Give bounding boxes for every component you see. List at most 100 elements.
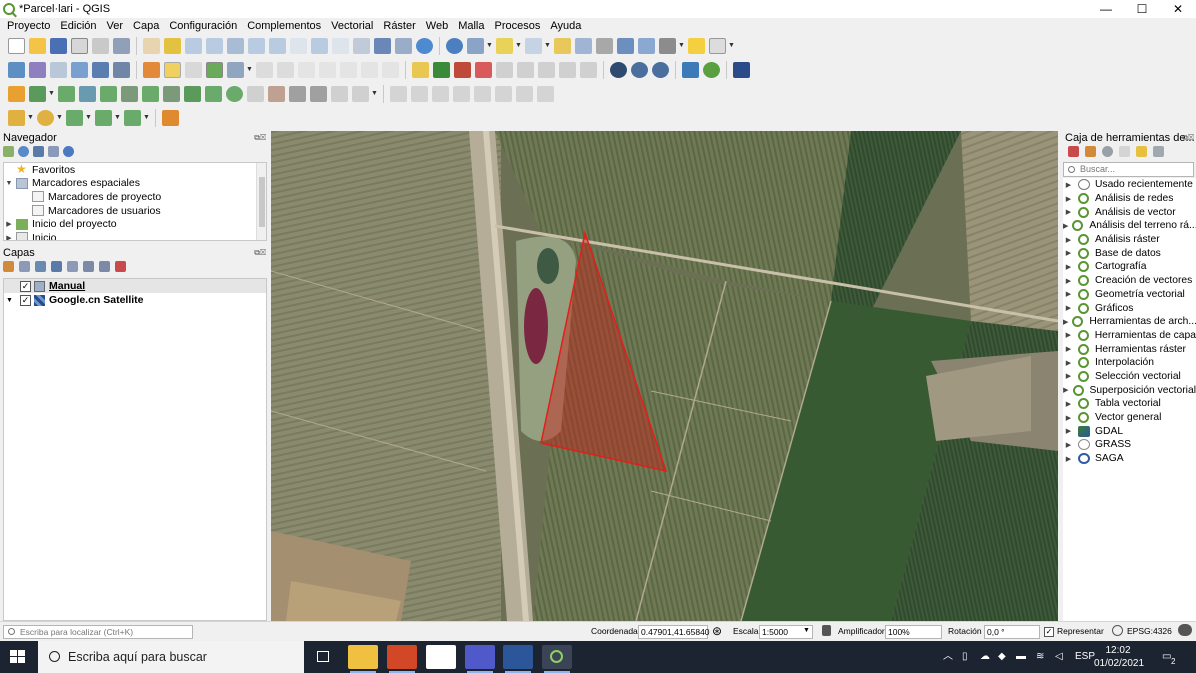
fill-ring-icon[interactable]	[79, 86, 96, 102]
task-view-icon[interactable]	[309, 645, 337, 669]
zoom-next-icon[interactable]	[332, 38, 349, 54]
rotate-symbols-icon[interactable]	[268, 86, 285, 102]
style-manager-icon[interactable]	[113, 38, 130, 54]
show-bookmarks-icon[interactable]	[395, 38, 412, 54]
word-icon[interactable]	[503, 645, 533, 673]
map-canvas[interactable]	[271, 131, 1058, 621]
plugin-reloader-icon[interactable]	[703, 62, 720, 78]
toolbox-item[interactable]: ▶ GRASS	[1063, 438, 1196, 452]
copy-features-icon[interactable]	[319, 62, 336, 78]
save-project-icon[interactable]	[50, 38, 67, 54]
toolbox-item[interactable]: ▶ Herramientas de capa	[1063, 329, 1196, 343]
toolbox-item[interactable]: ▶ Creación de vectores	[1063, 274, 1196, 288]
toggle-extents-icon[interactable]: ⊛	[712, 624, 722, 638]
scripts-icon[interactable]	[1085, 146, 1096, 157]
pan-icon[interactable]	[143, 38, 160, 54]
collapse-all-icon[interactable]	[48, 146, 59, 157]
menu-ver[interactable]: Ver	[102, 20, 129, 32]
layers-dock-buttons[interactable]: ⧉☒	[254, 246, 266, 260]
filter-icon[interactable]	[33, 146, 44, 157]
add-circle-icon[interactable]	[37, 110, 54, 126]
lock-scale-icon[interactable]	[822, 625, 831, 636]
collapse-all-icon[interactable]	[99, 261, 110, 272]
web-plugin-icon[interactable]	[610, 62, 627, 78]
show-hidden-icons[interactable]: ︿	[943, 641, 953, 673]
options-icon[interactable]	[1153, 146, 1164, 157]
layer-visibility-checkbox[interactable]: ✓	[20, 294, 31, 306]
scale-dropdown-icon[interactable]: ▼	[803, 627, 810, 634]
vertex-tool-icon[interactable]	[227, 62, 244, 78]
add-selected-layers-icon[interactable]	[3, 146, 14, 157]
menu-malla[interactable]: Malla	[453, 20, 489, 32]
minimize-button[interactable]: —	[1088, 0, 1124, 18]
python-plugin-icon[interactable]	[162, 110, 179, 126]
help-icon[interactable]	[733, 62, 750, 78]
reverse-line-icon[interactable]	[537, 86, 554, 102]
toolbox-item[interactable]: ▶ Usado recientemente	[1063, 178, 1196, 192]
delete-part-icon[interactable]	[121, 86, 138, 102]
toolbox-item[interactable]: ▶ Interpolación	[1063, 356, 1196, 370]
notification-center-icon[interactable]: ▭ 2	[1162, 641, 1182, 673]
print-layout-icon[interactable]	[92, 38, 109, 54]
zoom-out-icon[interactable]	[206, 38, 223, 54]
info-icon[interactable]	[63, 146, 74, 157]
toolbox-item[interactable]: ▶ Análisis de vector	[1063, 205, 1196, 219]
expand-all-icon[interactable]	[83, 261, 94, 272]
nav-item-project-home[interactable]: ▶ Inicio del proyecto	[4, 217, 266, 231]
layer-visibility-checkbox[interactable]: ✓	[20, 280, 31, 292]
battery-icon[interactable]: ▬	[1016, 641, 1026, 673]
toolbox-item[interactable]: ▶ Herramientas de arch...	[1063, 315, 1196, 329]
new-map-view-icon[interactable]	[353, 38, 370, 54]
add-regular-polygon-icon[interactable]	[124, 110, 141, 126]
new-geopackage-icon[interactable]	[29, 62, 46, 78]
menu-ayuda[interactable]: Ayuda	[545, 20, 586, 32]
nav-item-user-bookmarks[interactable]: Marcadores de usuarios	[4, 204, 266, 218]
rotation-field[interactable]: 0,0 °	[984, 625, 1040, 639]
add-ellipse-icon[interactable]	[66, 110, 83, 126]
expand-arrow-icon[interactable]: ▼	[6, 297, 14, 304]
simplify-icon[interactable]	[289, 86, 306, 102]
maximize-button[interactable]: ☐	[1124, 0, 1160, 18]
reshape-icon[interactable]	[142, 86, 159, 102]
split-features-icon[interactable]	[184, 86, 201, 102]
manage-map-themes-icon[interactable]	[35, 261, 46, 272]
edit-features-inplace-icon[interactable]	[1136, 146, 1147, 157]
pan-to-selection-icon[interactable]	[164, 38, 181, 54]
menu-vectorial[interactable]: Vectorial	[326, 20, 378, 32]
toolbox-item[interactable]: ▶ Superposición vectorial	[1063, 383, 1196, 397]
rotate-icon[interactable]	[352, 86, 369, 102]
pin-labels-icon[interactable]	[433, 62, 450, 78]
offset-curve-icon[interactable]	[163, 86, 180, 102]
toolbox-item[interactable]: ▶ Base de datos	[1063, 246, 1196, 260]
open-project-icon[interactable]	[29, 38, 46, 54]
toolbox-item[interactable]: ▶ Selección vectorial	[1063, 370, 1196, 384]
clock[interactable]: 12:02 01/02/2021	[1094, 644, 1144, 670]
merge-features-icon[interactable]	[226, 86, 243, 102]
zoom-last-icon[interactable]	[311, 38, 328, 54]
toolbox-item[interactable]: ▶ GDAL	[1063, 424, 1196, 438]
modify-attributes-icon[interactable]	[256, 62, 273, 78]
add-circular-string-icon[interactable]	[8, 110, 25, 126]
delete-selected-icon[interactable]	[277, 62, 294, 78]
paste-features-icon[interactable]	[340, 62, 357, 78]
identify-icon[interactable]	[446, 38, 463, 54]
move-feature-icon[interactable]	[474, 86, 491, 102]
menu-complementos[interactable]: Complementos	[242, 20, 326, 32]
powerpoint-icon[interactable]	[387, 645, 417, 673]
align-center-icon[interactable]	[411, 86, 428, 102]
results-viewer-icon[interactable]	[1119, 146, 1130, 157]
undo-icon[interactable]	[361, 62, 378, 78]
menu-procesos[interactable]: Procesos	[490, 20, 546, 32]
navigator-dock-buttons[interactable]: ⧉☒	[254, 131, 266, 145]
add-group-icon[interactable]	[19, 261, 30, 272]
label-props-icon[interactable]	[580, 62, 597, 78]
toolbox-item[interactable]: ▶ Gráficos	[1063, 301, 1196, 315]
new-bookmark-icon[interactable]	[374, 38, 391, 54]
merge-attributes-icon[interactable]	[247, 86, 264, 102]
toolbox-item[interactable]: ▶ Geometría vectorial	[1063, 288, 1196, 302]
wms-search-icon[interactable]	[652, 62, 669, 78]
rotate-label-icon[interactable]	[517, 62, 534, 78]
volume-icon[interactable]: ◁	[1055, 641, 1063, 673]
scale-feature-icon[interactable]	[516, 86, 533, 102]
deselect-icon[interactable]	[554, 38, 571, 54]
